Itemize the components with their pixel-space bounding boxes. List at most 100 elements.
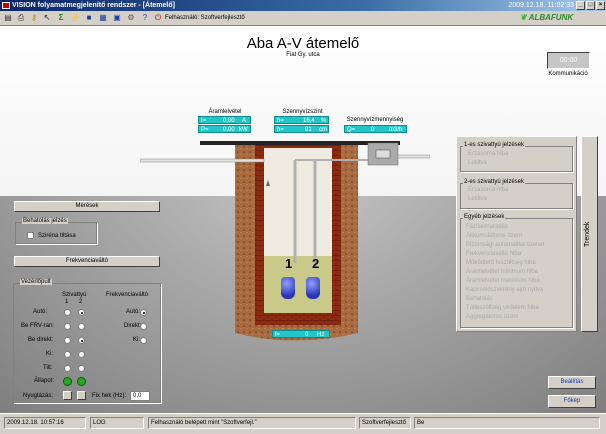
title-bar: VISION folyamatmegjelenítő rendszer - [Á… xyxy=(0,0,606,11)
other-alarm-3: Frekvenciaváltó hiba xyxy=(466,251,522,257)
window-title: VISION folyamatmegjelenítő rendszer - [Á… xyxy=(12,2,175,9)
main-screen-button[interactable]: Főkép xyxy=(548,395,596,408)
folder-icon[interactable]: ▤ xyxy=(3,13,13,23)
other-alarm-7: Kapcsolószekrény ajtó nyitva xyxy=(466,287,544,293)
other-alarm-5: Áramlelvétel minimum hiba xyxy=(466,269,539,275)
freq-direct-label: Direkt: xyxy=(124,323,142,329)
pump2-alarm-1: Letiltva xyxy=(468,196,488,202)
control-panel-group xyxy=(13,283,161,403)
row-off-label: Ki: xyxy=(46,351,54,357)
level-cm-meter: h= 91 cm xyxy=(274,125,329,133)
freq-direct-radio[interactable] xyxy=(140,323,147,330)
other-alarm-0: Fáziskimaradás xyxy=(466,224,509,230)
p1-off-radio[interactable] xyxy=(64,351,71,358)
zigzag-icon[interactable]: ⚡ xyxy=(70,13,80,23)
level-label: Szennyvízszint xyxy=(282,109,323,115)
app-icon xyxy=(2,2,10,9)
current-label: Áramlelvétel xyxy=(208,109,242,115)
siren-checkbox[interactable] xyxy=(27,232,34,239)
comm-display: 00:00 xyxy=(547,52,590,69)
minimize-button[interactable]: _ xyxy=(576,1,585,10)
p2-off-radio[interactable] xyxy=(78,351,85,358)
freq-off-radio[interactable] xyxy=(140,337,147,344)
pump-1-icon[interactable] xyxy=(281,277,295,299)
status-date: 2009.12.18. 10:57:16 xyxy=(4,417,86,429)
exit-icon[interactable]: ⏻ xyxy=(153,13,163,23)
p2-ack-button[interactable] xyxy=(77,391,86,400)
other-alarm-4: Működtető feszültség hiba xyxy=(466,260,536,266)
p1-auto-radio[interactable] xyxy=(64,309,71,316)
other-alarm-2: Biztonsági automatika üzenet xyxy=(466,242,545,248)
freq-off-label: Ki: xyxy=(133,337,141,343)
settings-button[interactable]: Beállítás xyxy=(548,376,596,389)
flow-label: Szennyvízmennyiség xyxy=(346,117,404,123)
other-alarm-6: Áramlelvétel maximum hiba xyxy=(466,278,540,284)
pump2-alarm-title: 2-es szivattyú jelzések xyxy=(463,179,526,185)
pump-1-number: 1 xyxy=(285,256,293,271)
other-alarm-title: Egyéb jelzések xyxy=(463,214,506,220)
status-user: Szoftverfejlesztő xyxy=(359,417,411,429)
row-disable-label: Tilt: xyxy=(43,365,53,371)
pump-2-icon[interactable] xyxy=(306,277,320,299)
chart-icon[interactable]: ▦ xyxy=(98,13,108,23)
toolbar: ▤ ⎙ ⚷ ↖ Σ ⚡ ■ ▦ ▣ ⚙ ? ⏻ xyxy=(0,11,606,26)
close-button[interactable]: × xyxy=(596,1,605,10)
row-direct-label: Be direkt: xyxy=(28,337,54,343)
pump-2-number: 2 xyxy=(312,256,320,271)
inlet-pipe xyxy=(140,158,265,163)
app-window: VISION folyamatmegjelenítő rendszer - [Á… xyxy=(0,0,606,434)
key-icon[interactable]: ⚷ xyxy=(29,13,39,23)
p2-frv-radio[interactable] xyxy=(78,323,85,330)
fix-freq-input[interactable]: 0,0 xyxy=(130,391,150,401)
frequency-converter-button[interactable]: Frekvenciaváltó xyxy=(14,256,160,267)
p2-disable-radio[interactable] xyxy=(78,365,85,372)
current-meter: I= 0,00 A xyxy=(198,116,251,124)
other-alarm-1: Akkumulátoros üzem xyxy=(466,233,523,239)
alarm-icon[interactable]: Σ xyxy=(56,13,66,23)
valve-icon xyxy=(375,149,391,159)
status-state: Be xyxy=(414,417,600,429)
p2-state-lamp xyxy=(77,377,86,386)
leaf-icon: ❦ xyxy=(520,13,527,22)
level-percent-meter: h= 16,4 % xyxy=(274,116,329,124)
well-diagram xyxy=(140,141,430,341)
measurements-button[interactable]: Mérések xyxy=(14,201,160,212)
row-auto-label: Autó: xyxy=(33,309,48,315)
window-icon[interactable]: ▣ xyxy=(112,13,122,23)
p1-ack-button[interactable] xyxy=(63,391,72,400)
print-icon[interactable]: ⎙ xyxy=(16,13,26,23)
p1-disable-radio[interactable] xyxy=(64,365,71,372)
p1-direct-radio[interactable] xyxy=(64,337,71,344)
pump1-alarm-group xyxy=(460,146,573,172)
station-subtitle: Fiat Gy. utca xyxy=(286,52,320,58)
row-frv-label: Be FRV-ran: xyxy=(21,323,54,329)
pump1-alarm-0: Érzásorna hiba xyxy=(468,151,509,157)
fix-freq-label: Fix hek (Hz): xyxy=(92,393,127,399)
brand-logo: ❦ ALBAFUNK xyxy=(520,13,573,22)
trends-button[interactable]: Trendek xyxy=(581,136,598,332)
p2-auto-radio[interactable] xyxy=(78,309,85,316)
help-icon[interactable]: ? xyxy=(140,13,150,23)
other-alarm-10: Aggregátoros üzem xyxy=(466,314,519,320)
row-state-label: Állapot: xyxy=(34,378,55,384)
save-icon[interactable]: ■ xyxy=(84,13,94,23)
flow-meter: Q= 0 m3/h xyxy=(344,125,407,133)
p1-frv-radio[interactable] xyxy=(64,323,71,330)
brand-label: ALBAFUNK xyxy=(528,13,574,22)
frequency-meter: f= 0 Hz xyxy=(272,330,330,338)
p2-direct-radio[interactable] xyxy=(78,337,85,344)
siren-label: Sziréna tiltása xyxy=(38,233,76,239)
tools-icon[interactable]: ⚙ xyxy=(126,13,136,23)
freq-auto-radio[interactable] xyxy=(140,309,147,316)
cursor-icon[interactable]: ↖ xyxy=(42,13,52,23)
row-ack-label: Nyugtázás: xyxy=(23,393,54,399)
station-title: Aba A-V átemelő xyxy=(246,35,360,52)
other-alarm-9: Túlfeszültség védelem hiba xyxy=(466,305,539,311)
freq-column-title: Frekvenciaváltó xyxy=(106,292,149,298)
control-panel-title: Vezérlőpult xyxy=(20,279,52,285)
pump1-alarm-title: 1-es szivattyú jelzések xyxy=(463,142,526,148)
maximize-button[interactable]: □ xyxy=(586,1,595,10)
status-bar: 2009.12.18. 10:57:16 LOG Felhasználó bel… xyxy=(0,413,606,434)
user-label: Felhasználó: Szoftverfejlesztő xyxy=(165,15,245,21)
pump2-alarm-0: Érzásorna hiba xyxy=(468,187,509,193)
